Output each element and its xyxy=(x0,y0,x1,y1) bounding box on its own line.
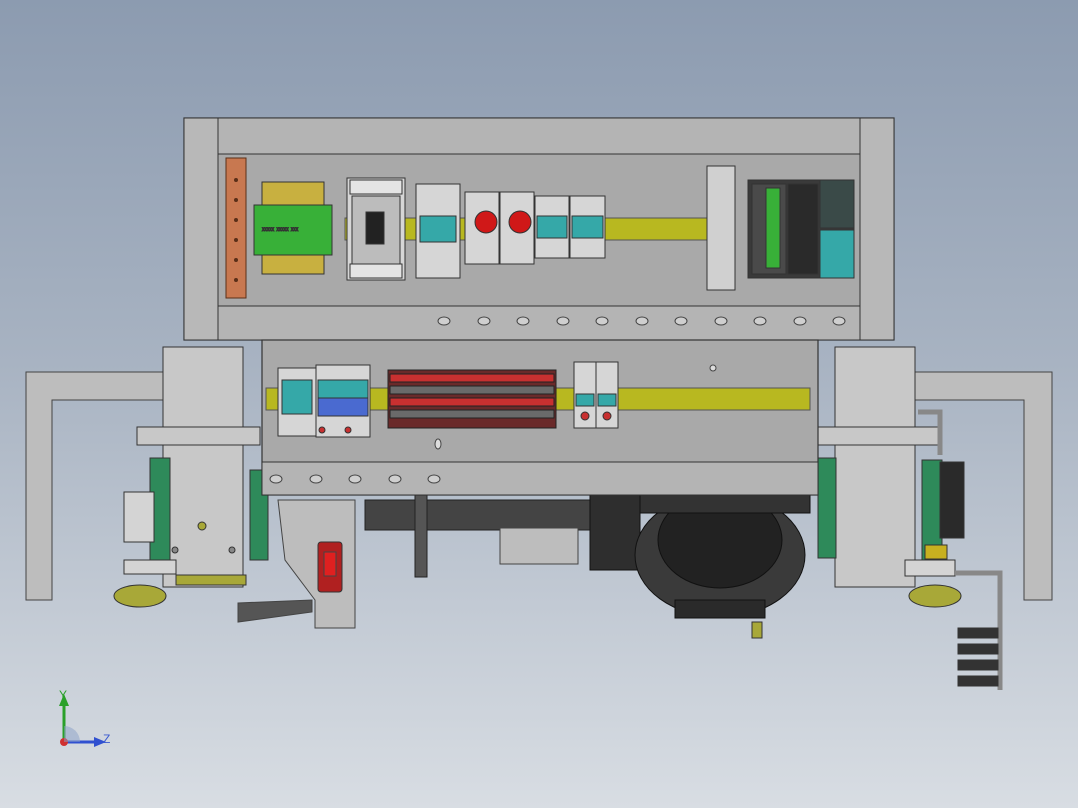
plc-controller[interactable] xyxy=(747,179,855,279)
cad-viewport[interactable]: XXXXX XXXXX XXX Y Z xyxy=(0,0,1078,808)
terminal-block-strip[interactable] xyxy=(387,369,557,429)
contactor-1[interactable] xyxy=(534,195,570,259)
service-socket[interactable] xyxy=(277,367,317,437)
z-axis-label: Z xyxy=(103,732,111,746)
main-circuit-breaker[interactable] xyxy=(346,177,406,281)
cad-model[interactable]: XXXXX XXXXX XXX xyxy=(0,0,1078,808)
motor-protection-switch-1[interactable] xyxy=(464,191,500,265)
transformer-nameplate: XXXXX XXXXX XXX xyxy=(262,227,299,232)
miniature-breakers[interactable] xyxy=(315,364,371,438)
power-supply-module[interactable] xyxy=(415,183,461,279)
contactor-2[interactable] xyxy=(569,195,606,259)
y-axis-label: Y xyxy=(59,688,68,702)
line-filter[interactable] xyxy=(706,165,736,291)
drive-motor[interactable] xyxy=(364,491,811,639)
relay-module-2[interactable] xyxy=(595,361,619,429)
pneumatic-fittings[interactable] xyxy=(957,627,999,687)
copper-busbar[interactable] xyxy=(225,157,247,299)
relay-module-1[interactable] xyxy=(573,361,597,429)
control-transformer[interactable]: XXXXX XXXXX XXX xyxy=(253,181,333,275)
motor-protection-switch-2[interactable] xyxy=(499,191,535,265)
